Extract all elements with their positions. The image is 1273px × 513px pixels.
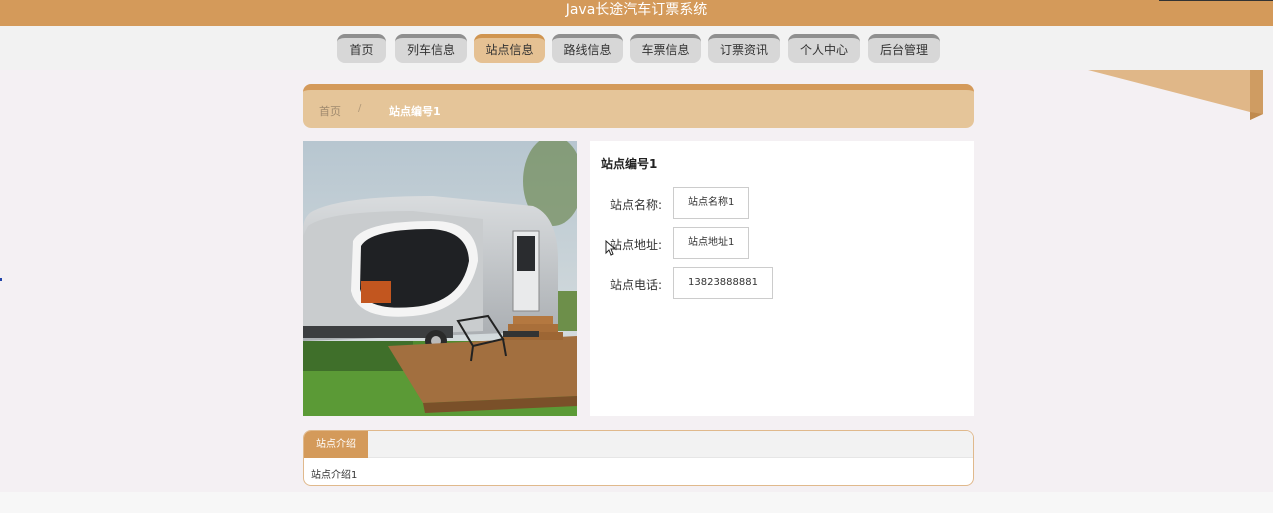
page-footer-strip [0, 492, 1273, 513]
tab-station-intro[interactable]: 站点介绍 [304, 431, 368, 458]
nav-item-profile[interactable]: 个人中心 [788, 34, 860, 63]
nav-item-tickets[interactable]: 车票信息 [630, 34, 701, 63]
site-title: Java长途汽车订票系统 [565, 2, 708, 18]
station-intro-content: 站点介绍1 [311, 470, 358, 481]
station-intro-section: 站点介绍 站点介绍1 [303, 430, 974, 486]
title-bar: Java长途汽车订票系统 [0, 0, 1273, 26]
station-name-label: 站点名称: [610, 198, 663, 212]
station-info-panel: 站点编号1 站点名称: 站点名称1 站点地址: 站点地址1 站点电话: 1382… [590, 141, 974, 416]
breadcrumb: 首页 / 站点编号1 [303, 84, 974, 128]
mouse-pointer-icon [605, 240, 616, 256]
tab-bar: 站点介绍 [304, 431, 973, 458]
station-phone-label: 站点电话: [610, 278, 663, 292]
station-title: 站点编号1 [601, 157, 658, 171]
station-name-value: 站点名称1 [673, 187, 750, 219]
nav-item-booking-news[interactable]: 订票资讯 [708, 34, 780, 63]
station-photo [303, 141, 577, 416]
corner-divider [1159, 0, 1273, 1]
station-phone-value: 13823888881 [673, 267, 773, 299]
breadcrumb-current: 站点编号1 [389, 105, 441, 118]
breadcrumb-home-link[interactable]: 首页 [319, 103, 341, 119]
breadcrumb-separator: / [358, 103, 362, 114]
main-nav: 首页 列车信息 站点信息 路线信息 车票信息 订票资讯 个人中心 后台管理 [0, 26, 1273, 70]
nav-item-home[interactable]: 首页 [337, 34, 386, 63]
station-address-label: 站点地址: [610, 238, 663, 252]
nav-item-routes[interactable]: 路线信息 [552, 34, 623, 63]
nav-item-trains[interactable]: 列车信息 [395, 34, 467, 63]
decorative-shape [1088, 70, 1263, 120]
nav-item-stations[interactable]: 站点信息 [474, 34, 545, 63]
station-address-value: 站点地址1 [673, 227, 750, 259]
edge-marker [0, 278, 2, 281]
nav-item-admin[interactable]: 后台管理 [868, 34, 940, 63]
